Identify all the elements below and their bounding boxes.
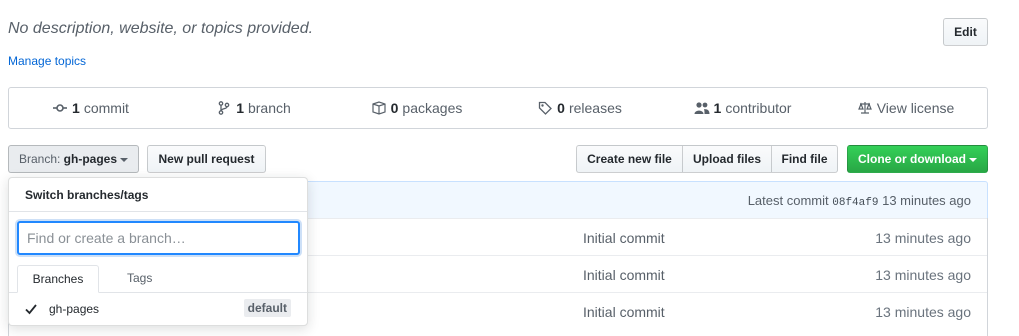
people-icon [694, 100, 710, 116]
branch-prefix: Branch: [18, 152, 61, 166]
new-pull-request-button[interactable]: New pull request [147, 145, 266, 173]
summary-packages[interactable]: 0 packages [335, 100, 498, 116]
file-commit-message[interactable]: Initial commit [583, 230, 665, 246]
summary-label: contributor [725, 100, 792, 116]
summary-label: View license [876, 100, 955, 116]
branch-dropdown: Switch branches/tags Branches Tags gh-pa… [8, 177, 308, 326]
default-badge: default [243, 299, 291, 317]
commit-icon [52, 100, 68, 116]
summary-label: commit [83, 100, 129, 116]
summary-contributors[interactable]: 1 contributor [661, 100, 824, 116]
file-age: 13 minutes ago [875, 230, 971, 246]
summary-count: 1 [713, 100, 722, 116]
create-new-file-button[interactable]: Create new file [576, 145, 683, 173]
summary-count: 0 [557, 100, 565, 116]
summary-branches[interactable]: 1 branch [172, 100, 335, 116]
summary-label: branch [247, 100, 291, 116]
summary-label: packages [402, 100, 463, 116]
manage-topics-link[interactable]: Manage topics [8, 54, 86, 68]
file-commit-message[interactable]: Initial commit [583, 304, 665, 320]
branch-item-name: gh-pages [49, 302, 100, 316]
summary-releases[interactable]: 0 releases [498, 100, 661, 116]
summary-label: releases [568, 100, 622, 116]
commit-time: 13 minutes ago [882, 193, 971, 208]
caret-down-icon [120, 157, 129, 162]
check-icon [25, 302, 37, 318]
latest-commit-label: Latest commit [747, 193, 829, 208]
summary-count: 1 [72, 100, 80, 116]
file-age: 13 minutes ago [875, 267, 971, 283]
dropdown-tabs: Branches Tags [9, 265, 307, 293]
package-icon [371, 100, 387, 116]
branch-filter-input[interactable] [17, 221, 300, 255]
repo-description: No description, website, or topics provi… [8, 20, 314, 37]
upload-files-button[interactable]: Upload files [682, 145, 772, 173]
latest-commit-info: Latest commit 08f4af9 13 minutes ago [748, 193, 971, 209]
branch-item-gh-pages[interactable]: gh-pages default [9, 296, 307, 322]
caret-down-icon [969, 157, 977, 162]
branch-select-button[interactable]: Branch: gh-pages [8, 145, 139, 173]
commit-sha[interactable]: 08f4af9 [832, 197, 878, 209]
find-file-button[interactable]: Find file [771, 145, 838, 173]
tag-icon [537, 100, 553, 116]
file-commit-message[interactable]: Initial commit [583, 267, 665, 283]
summary-license[interactable]: View license [824, 100, 987, 116]
summary-commits[interactable]: 1 commit [9, 100, 172, 116]
clone-label: Clone or download [858, 152, 966, 166]
branch-name: gh-pages [63, 152, 118, 166]
tab-tags[interactable]: Tags [111, 265, 168, 293]
dropdown-title: Switch branches/tags [9, 178, 307, 212]
clone-download-button[interactable]: Clone or download [847, 145, 988, 173]
tab-branches[interactable]: Branches [17, 265, 99, 293]
summary-count: 0 [390, 100, 399, 116]
branch-icon [216, 100, 232, 116]
repo-summary-bar: 1 commit 1 branch 0 packages 0 releases … [8, 87, 988, 129]
edit-button[interactable]: Edit [943, 18, 988, 46]
law-icon [857, 100, 873, 116]
summary-count: 1 [236, 100, 244, 116]
file-age: 13 minutes ago [875, 304, 971, 320]
